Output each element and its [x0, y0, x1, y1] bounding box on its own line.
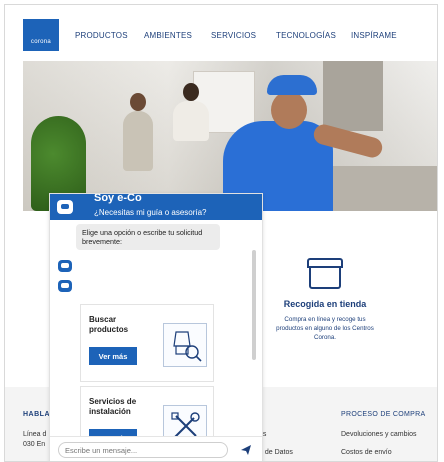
footer-proceso-heading: PROCESO DE COMPRA: [341, 411, 426, 418]
store-icon: [307, 258, 343, 289]
chat-header[interactable]: Soy e-Co ¿Necesitas mi guía o asesoría?: [50, 194, 262, 220]
chatbot-icon: [57, 200, 73, 214]
footer-contact-line[interactable]: 030 En: [23, 441, 45, 448]
footer-contact-line[interactable]: Línea d: [23, 431, 46, 438]
person-man: [173, 83, 209, 141]
store-pickup-title: Recogida en tienda: [283, 299, 367, 309]
site-header: corona PRODUCTOS AMBIENTES SERVICIOS TEC…: [5, 5, 437, 61]
chat-scrollbar[interactable]: [252, 250, 256, 360]
footer-hablemos-heading: HABLA: [23, 411, 50, 418]
store-pickup-description: Compra en línea y recoge tus productos e…: [276, 316, 374, 341]
chat-messages[interactable]: Elige una opción o escribe tu solicitud …: [50, 220, 262, 461]
footer-link-costos[interactable]: Costos de envío: [341, 449, 392, 456]
nav-inspirame[interactable]: INSPÍRAME: [351, 31, 397, 40]
nav-productos[interactable]: PRODUCTOS: [75, 31, 128, 40]
nav-ambientes[interactable]: AMBIENTES: [144, 31, 192, 40]
card-title: Servicios de instalación: [89, 397, 137, 416]
nav-tecnologias[interactable]: TECNOLOGÍAS: [276, 31, 336, 40]
store-pickup-section: Recogida en tienda Compra en línea y rec…: [253, 258, 397, 342]
chat-message: Elige una opción o escribe tu solicitud …: [76, 224, 220, 250]
chat-subtitle: ¿Necesitas mi guía o asesoría?: [94, 208, 207, 217]
footer-link-datos[interactable]: o de Datos: [259, 449, 293, 456]
logo-text: corona: [30, 39, 52, 45]
ver-mas-button[interactable]: Ver más: [89, 347, 137, 365]
technician: [223, 75, 385, 211]
send-icon[interactable]: [240, 443, 252, 455]
page-frame: corona PRODUCTOS AMBIENTES SERVICIOS TEC…: [4, 4, 438, 462]
person-woman: [123, 93, 153, 171]
product-search-icon: [163, 323, 207, 367]
card-title: Buscar productos: [89, 315, 129, 334]
option-card-buscar-productos: Buscar productos Ver más: [80, 304, 214, 382]
chatbot-icon: [58, 260, 72, 272]
nav-servicios[interactable]: SERVICIOS: [211, 31, 256, 40]
chatbot-icon: [58, 280, 72, 292]
corona-logo[interactable]: corona: [23, 19, 59, 51]
hero-image: [23, 61, 437, 211]
chat-input-row: [50, 436, 262, 461]
footer-link-devoluciones[interactable]: Devoluciones y cambios: [341, 431, 416, 438]
chat-title: Soy e-Co: [94, 193, 142, 204]
chat-widget: Soy e-Co ¿Necesitas mi guía o asesoría? …: [49, 193, 263, 461]
chat-message-input[interactable]: [58, 442, 228, 458]
